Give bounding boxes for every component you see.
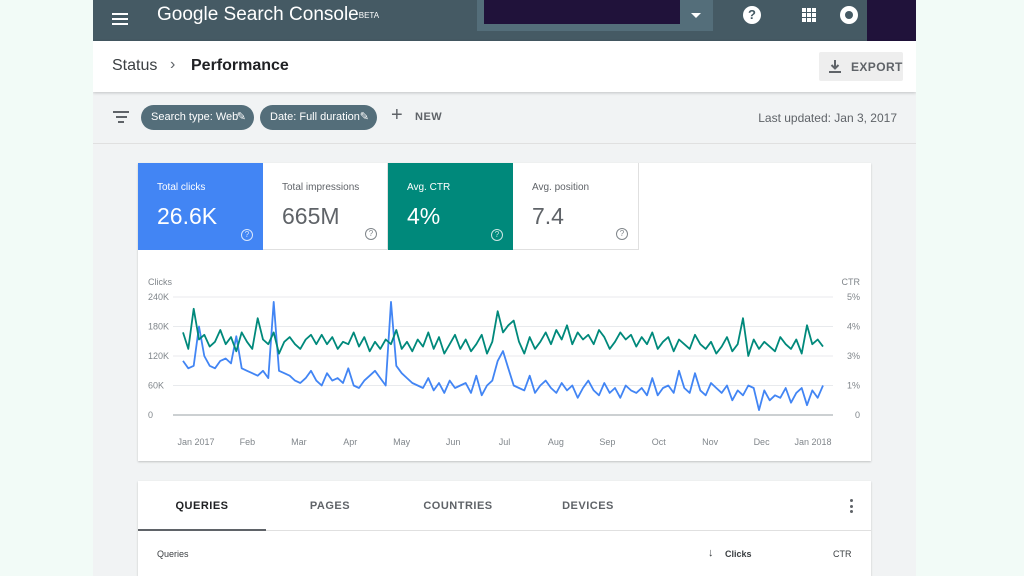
apps-grid-icon[interactable] — [802, 8, 816, 22]
top-app-bar: Google Search ConsoleBETA ? — [93, 0, 916, 41]
metric-total-impressions[interactable]: Total impressions 665M ? — [263, 163, 388, 250]
x-tick-label: Mar — [291, 437, 307, 447]
metric-total-clicks[interactable]: Total clicks 26.6K ? — [138, 163, 263, 250]
right-tick-label: 1% — [847, 381, 860, 391]
right-axis-label: CTR — [842, 277, 861, 287]
download-icon — [829, 60, 841, 73]
new-filter-label: NEW — [415, 111, 443, 123]
page-header: Status › Performance EXPORT — [93, 41, 916, 92]
chevron-down-icon — [691, 13, 701, 18]
x-tick-label: Jul — [499, 437, 511, 447]
edit-icon: ✎ — [359, 111, 369, 123]
x-tick-label: Aug — [548, 437, 564, 447]
metric-value: 26.6K — [157, 203, 218, 229]
x-tick-label: Jan 2018 — [794, 437, 831, 447]
chevron-right-icon: › — [170, 56, 176, 73]
more-vert-icon[interactable] — [850, 499, 854, 513]
filter-icon[interactable] — [113, 111, 129, 123]
metric-label: Total impressions — [282, 182, 360, 193]
filter-bar: Search type: Web ✎ Date: Full duration ✎… — [93, 92, 916, 144]
performance-chart-card: Total clicks 26.6K ? Total impressions 6… — [138, 163, 871, 461]
right-tick-label: 0 — [855, 410, 860, 420]
left-tick-label: 180K — [148, 322, 169, 332]
metric-label: Avg. CTR — [407, 182, 451, 193]
series-line-ctr — [182, 307, 824, 357]
tab-queries[interactable]: QUERIES — [138, 481, 266, 531]
property-selector[interactable] — [477, 0, 713, 31]
performance-line-chart: Clicks CTR 240K 5% 180K 4% 120K 3% 60K 1% 0 0 Jan … — [148, 277, 861, 447]
column-header-clicks[interactable]: Clicks — [725, 549, 752, 559]
metric-label: Avg. position — [532, 182, 590, 193]
property-selector-value — [484, 0, 680, 24]
left-tick-label: 240K — [148, 292, 169, 302]
x-tick-label: May — [393, 437, 411, 447]
breadcrumb-status[interactable]: Status — [112, 57, 157, 75]
x-tick-label: Oct — [652, 437, 667, 447]
dimensions-table-card: QUERIES PAGES COUNTRIES DEVICES Queries … — [138, 481, 871, 576]
metric-value: 7.4 — [532, 203, 564, 229]
menu-icon[interactable] — [112, 9, 132, 29]
tab-devices[interactable]: DEVICES — [524, 481, 652, 531]
brand-name: Google Search Console — [157, 4, 359, 25]
page-title: Performance — [191, 57, 289, 74]
metric-value: 4% — [407, 203, 441, 229]
tab-pages[interactable]: PAGES — [266, 481, 394, 531]
right-tick-label: 5% — [847, 292, 860, 302]
x-tick-label: Apr — [343, 437, 357, 447]
help-icon[interactable]: ? — [616, 228, 628, 240]
metric-avg-ctr[interactable]: Avg. CTR 4% ? — [388, 163, 513, 250]
right-tick-label: 4% — [847, 322, 860, 332]
left-tick-label: 0 — [148, 410, 153, 420]
x-tick-label: Feb — [240, 437, 256, 447]
left-tick-label: 120K — [148, 351, 169, 361]
left-axis-label: Clicks — [148, 277, 172, 287]
x-tick-label: Jan 2017 — [177, 437, 214, 447]
account-icon[interactable] — [840, 6, 858, 24]
search-console-app: Google Search ConsoleBETA ? Status › Per… — [93, 0, 916, 576]
edit-icon: ✎ — [236, 111, 246, 123]
right-tick-label: 3% — [847, 351, 860, 361]
help-icon[interactable]: ? — [241, 229, 253, 241]
help-icon[interactable]: ? — [365, 228, 377, 240]
plus-icon: + — [391, 104, 403, 126]
column-header-ctr[interactable]: CTR — [833, 549, 852, 559]
help-icon[interactable]: ? — [491, 229, 503, 241]
last-updated-text: Last updated: Jan 3, 2017 — [758, 111, 897, 125]
beta-badge: BETA — [358, 11, 380, 20]
metric-value: 665M — [282, 203, 340, 229]
product-logo[interactable]: Google Search ConsoleBETA — [157, 4, 379, 26]
x-tick-label: Nov — [702, 437, 719, 447]
search-type-chip-label: Search type: Web — [151, 111, 239, 123]
tab-countries[interactable]: COUNTRIES — [394, 481, 522, 531]
sort-arrow-icon: ↓ — [708, 547, 714, 559]
date-chip[interactable]: Date: Full duration ✎ — [260, 105, 377, 130]
metric-avg-position[interactable]: Avg. position 7.4 ? — [513, 163, 639, 250]
search-type-chip[interactable]: Search type: Web ✎ — [141, 105, 254, 130]
x-tick-label: Sep — [599, 437, 615, 447]
date-chip-label: Date: Full duration — [270, 111, 360, 123]
redacted-block — [867, 0, 916, 41]
help-icon[interactable]: ? — [743, 6, 761, 24]
x-tick-label: Dec — [754, 437, 771, 447]
metric-label: Total clicks — [157, 182, 206, 193]
export-button[interactable]: EXPORT — [819, 52, 903, 81]
dimension-tabs: QUERIES PAGES COUNTRIES DEVICES — [138, 481, 871, 531]
column-header-queries[interactable]: Queries — [157, 549, 189, 559]
x-tick-label: Jun — [446, 437, 461, 447]
export-label: EXPORT — [851, 60, 903, 74]
left-tick-label: 60K — [148, 381, 164, 391]
